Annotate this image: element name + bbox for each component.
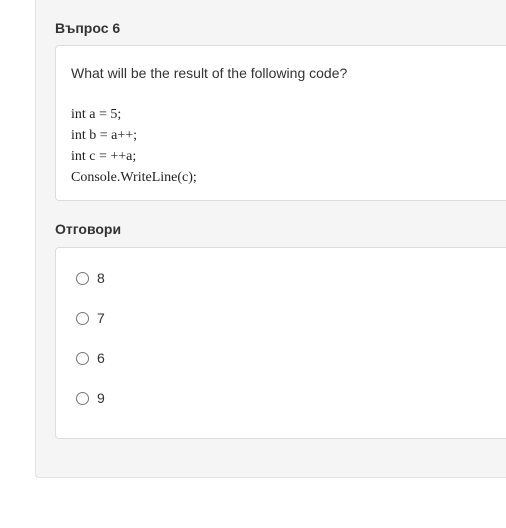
- answer-label: 9: [97, 390, 105, 406]
- answer-option-2[interactable]: 7: [76, 308, 105, 328]
- code-line: int b = a++;: [71, 128, 138, 143]
- radio-button[interactable]: [76, 271, 89, 285]
- question-heading: Въпрос 6: [55, 20, 121, 36]
- answers-heading: Отговори: [55, 221, 122, 237]
- radio-button[interactable]: [76, 391, 89, 405]
- question-card: What will be the result of the following…: [55, 45, 506, 201]
- code-block: int a = 5; int b = a++; int c = ++a; Con…: [71, 104, 197, 188]
- answer-label: 8: [97, 270, 105, 286]
- radio-button[interactable]: [76, 311, 89, 325]
- answers-card: 8 7 6 9: [55, 247, 506, 439]
- answer-option-1[interactable]: 8: [76, 268, 105, 288]
- question-text: What will be the result of the following…: [71, 65, 348, 81]
- answer-label: 7: [97, 310, 105, 326]
- answer-option-4[interactable]: 9: [76, 388, 105, 408]
- code-line: Console.WriteLine(c);: [71, 170, 197, 185]
- code-line: int a = 5;: [71, 107, 122, 122]
- answer-label: 6: [97, 350, 105, 366]
- radio-button[interactable]: [76, 351, 89, 365]
- code-line: int c = ++a;: [71, 149, 137, 164]
- answer-option-3[interactable]: 6: [76, 348, 105, 368]
